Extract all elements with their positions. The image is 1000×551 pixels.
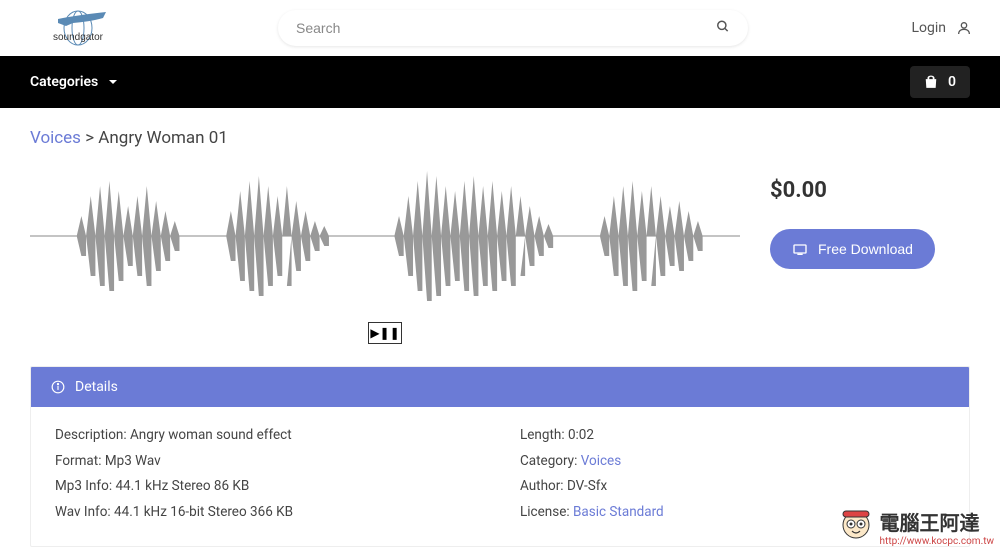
format-label: Format: xyxy=(55,453,101,469)
category-link[interactable]: Voices xyxy=(581,453,621,469)
svg-text:soundgator: soundgator xyxy=(53,32,104,43)
breadcrumb: Voices > Angry Woman 01 xyxy=(30,128,970,148)
length-label: Length: xyxy=(520,427,565,443)
watermark-url: http://www.kocpc.com.tw xyxy=(880,536,994,547)
waveform-svg xyxy=(30,156,740,316)
waveform[interactable] xyxy=(30,156,740,316)
main-row: ▶❚❚ $0.00 Free Download xyxy=(30,156,970,344)
categories-menu[interactable]: Categories xyxy=(30,74,118,90)
price-column: $0.00 Free Download xyxy=(770,156,970,344)
license-link[interactable]: Basic Standard xyxy=(573,504,664,520)
wav-label: Wav Info: xyxy=(55,504,111,520)
search-box xyxy=(278,10,748,46)
details-title: Details xyxy=(75,379,118,395)
content: Voices > Angry Woman 01 xyxy=(0,108,1000,547)
page-title: Angry Woman 01 xyxy=(98,128,228,148)
breadcrumb-category-link[interactable]: Voices xyxy=(30,128,81,148)
watermark-title: 電腦王阿達 xyxy=(880,507,994,536)
categories-label: Categories xyxy=(30,74,98,90)
author-label: Author: xyxy=(520,478,564,494)
download-icon xyxy=(792,242,808,256)
waveform-column: ▶❚❚ xyxy=(30,156,740,344)
download-label: Free Download xyxy=(818,241,913,257)
chevron-down-icon xyxy=(108,77,118,87)
breadcrumb-sep: > xyxy=(85,128,94,148)
play-pause-button[interactable]: ▶❚❚ xyxy=(368,322,402,344)
info-icon xyxy=(51,380,65,394)
wav-value: 44.1 kHz 16-bit Stereo 366 KB xyxy=(114,504,293,520)
cart-button[interactable]: 0 xyxy=(910,66,970,98)
length-value: 0:02 xyxy=(568,427,594,443)
watermark: 電腦王阿達 http://www.kocpc.com.tw xyxy=(838,507,994,547)
details-panel: Details Description: Angry woman sound e… xyxy=(30,366,970,547)
details-header: Details xyxy=(31,367,969,407)
desc-label: Description: xyxy=(55,427,127,443)
author-value: DV-Sfx xyxy=(567,478,607,494)
user-icon xyxy=(956,20,972,36)
login-label: Login xyxy=(911,20,946,36)
mascot-icon xyxy=(838,509,874,545)
desc-value: Angry woman sound effect xyxy=(130,427,292,443)
price: $0.00 xyxy=(770,178,970,203)
details-left: Description: Angry woman sound effect Fo… xyxy=(55,423,480,526)
cart-count: 0 xyxy=(948,74,956,90)
format-value: Mp3 Wav xyxy=(105,453,161,469)
logo[interactable]: soundgator xyxy=(28,8,128,48)
mp3-label: Mp3 Info: xyxy=(55,478,112,494)
topbar: soundgator Login xyxy=(0,0,1000,56)
search-input[interactable] xyxy=(278,10,748,46)
category-label: Category: xyxy=(520,453,577,469)
license-label: License: xyxy=(520,504,570,520)
details-body: Description: Angry woman sound effect Fo… xyxy=(31,407,969,546)
download-button[interactable]: Free Download xyxy=(770,229,935,269)
search-icon[interactable] xyxy=(716,19,730,38)
mp3-value: 44.1 kHz Stereo 86 KB xyxy=(115,478,249,494)
bag-icon xyxy=(924,75,938,89)
navbar: Categories 0 xyxy=(0,56,1000,108)
gator-logo-icon: soundgator xyxy=(28,8,128,48)
login-link[interactable]: Login xyxy=(911,20,972,36)
